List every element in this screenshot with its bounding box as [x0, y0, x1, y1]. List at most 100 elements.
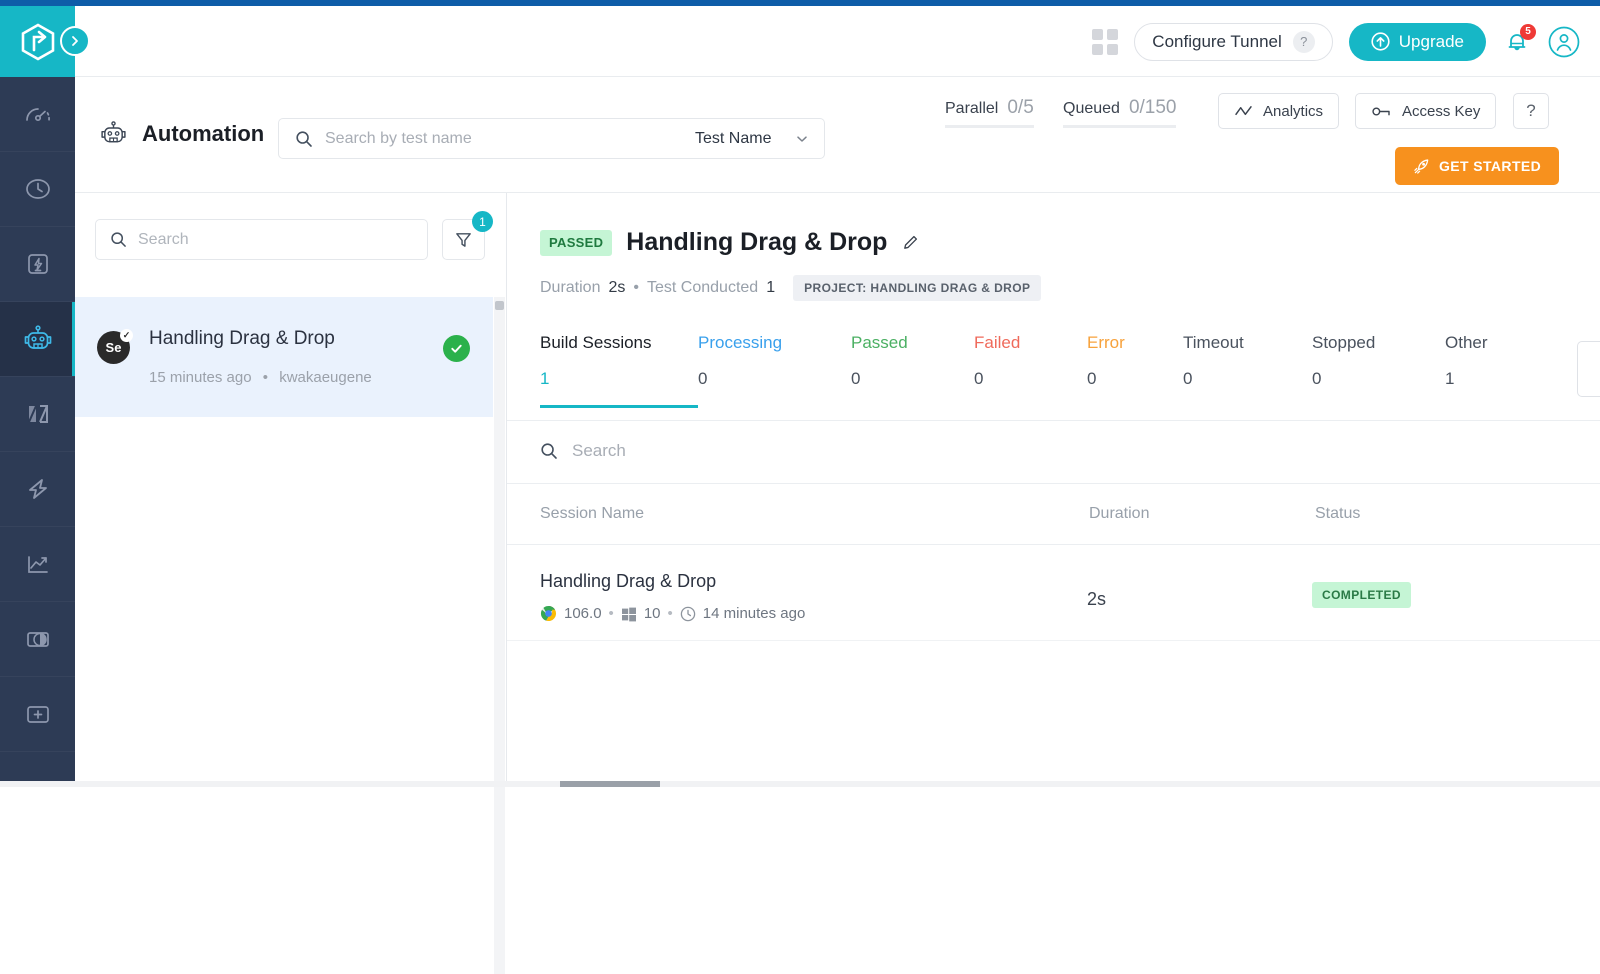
- page-horizontal-scrollbar-thumb[interactable]: [560, 781, 660, 787]
- tabs-overflow-panel[interactable]: [1577, 341, 1600, 397]
- stat-queued-label: Queued: [1063, 100, 1120, 118]
- trend-chart-icon: [23, 549, 53, 579]
- tab-other-label: Other: [1445, 333, 1535, 353]
- edit-title-button[interactable]: [901, 233, 920, 252]
- tunnel-help-icon[interactable]: ?: [1293, 31, 1315, 53]
- tab-processing-value: 0: [698, 369, 851, 389]
- access-key-label: Access Key: [1402, 103, 1480, 120]
- lightning-bolt-icon: [23, 474, 53, 504]
- help-button[interactable]: ?: [1513, 93, 1549, 129]
- user-avatar[interactable]: [1548, 26, 1580, 58]
- user-avatar-icon: [1548, 26, 1580, 58]
- list-item-user: kwakaeugene: [279, 369, 372, 386]
- session-search-input[interactable]: [572, 441, 872, 461]
- chevron-down-icon: [795, 132, 809, 146]
- contrast-circle-icon: [23, 624, 53, 654]
- sidebar-item-app-testing[interactable]: [0, 227, 75, 302]
- list-item[interactable]: Se ✓ Handling Drag & Drop 15 minutes ago…: [75, 297, 493, 417]
- duration-label: Duration: [540, 279, 600, 297]
- tab-error[interactable]: Error 0: [1087, 333, 1183, 408]
- configure-tunnel-label: Configure Tunnel: [1152, 32, 1281, 52]
- page-title-label: Automation: [142, 121, 264, 147]
- tab-error-label: Error: [1087, 333, 1183, 353]
- get-started-label: GET STARTED: [1439, 158, 1541, 174]
- table-row[interactable]: Handling Drag & Drop 106.0 • 10 •: [507, 545, 1600, 641]
- stat-parallel-label: Parallel: [945, 100, 998, 118]
- detail-meta-row: Duration 2s • Test Conducted 1 PROJECT: …: [540, 275, 1041, 301]
- filter-button[interactable]: 1: [442, 219, 485, 260]
- sidebar-item-smart-ui[interactable]: [0, 602, 75, 677]
- search-icon: [295, 130, 313, 148]
- tab-timeout-value: 0: [1183, 369, 1312, 389]
- tab-stopped[interactable]: Stopped 0: [1312, 333, 1445, 408]
- access-key-button[interactable]: Access Key: [1355, 93, 1496, 129]
- notification-count-badge: 5: [1520, 24, 1536, 40]
- clock-arrow-icon: [23, 174, 53, 204]
- key-icon: [1371, 104, 1392, 119]
- tab-failed[interactable]: Failed 0: [974, 333, 1087, 408]
- list-search-box[interactable]: [95, 219, 428, 260]
- stat-parallel-value: 0/5: [1007, 97, 1033, 119]
- browser-version: 106.0: [564, 605, 602, 622]
- list-search-row: 1: [95, 219, 485, 260]
- stat-queued-value: 0/150: [1129, 97, 1177, 119]
- status-badge: [443, 335, 470, 362]
- tab-failed-value: 0: [974, 369, 1087, 389]
- search-icon: [540, 442, 558, 460]
- tab-other[interactable]: Other 1: [1445, 333, 1535, 408]
- tab-error-value: 0: [1087, 369, 1183, 389]
- apps-grid-icon[interactable]: [1092, 29, 1118, 55]
- column-header-status: Status: [1315, 505, 1360, 523]
- clock-icon: [680, 606, 696, 622]
- tab-passed[interactable]: Passed 0: [851, 333, 974, 408]
- notifications-button[interactable]: 5: [1502, 27, 1532, 57]
- project-chip: PROJECT: HANDLING DRAG & DROP: [793, 275, 1041, 301]
- help-label: ?: [1526, 101, 1535, 121]
- tab-build-sessions-value: 1: [540, 369, 698, 389]
- get-started-button[interactable]: GET STARTED: [1395, 147, 1559, 185]
- sidebar-item-hyperexecute[interactable]: [0, 452, 75, 527]
- stat-parallel: Parallel 0/5: [945, 97, 1034, 128]
- sidebar-item-realtime[interactable]: [0, 152, 75, 227]
- session-search-box[interactable]: [540, 441, 872, 461]
- filter-count-badge: 1: [472, 211, 493, 232]
- session-time: 14 minutes ago: [703, 605, 806, 622]
- framework-badge: Se ✓: [97, 331, 130, 364]
- detail-title-row: PASSED Handling Drag & Drop: [540, 228, 920, 257]
- sidebar-item-analytics[interactable]: [0, 527, 75, 602]
- tab-processing[interactable]: Processing 0: [698, 333, 851, 408]
- search-field-select[interactable]: Test Name: [680, 118, 825, 159]
- sidebar-item-automation[interactable]: [0, 302, 75, 377]
- top-header-bar: Configure Tunnel ? Upgrade 5: [75, 6, 1600, 77]
- configure-tunnel-button[interactable]: Configure Tunnel ?: [1134, 23, 1332, 61]
- sidebar-expand-button[interactable]: [60, 26, 90, 56]
- meta-separator: •: [609, 605, 614, 622]
- list-search-input[interactable]: [138, 231, 427, 249]
- analytics-button[interactable]: Analytics: [1218, 93, 1339, 129]
- primary-sidebar: [0, 77, 75, 787]
- os-version: 10: [644, 605, 661, 622]
- tab-build-sessions[interactable]: Build Sessions 1: [540, 333, 698, 408]
- tab-timeout[interactable]: Timeout 0: [1183, 333, 1312, 408]
- sidebar-item-visual-testing[interactable]: [0, 377, 75, 452]
- framework-badge-label: Se: [106, 340, 122, 355]
- test-detail-panel: PASSED Handling Drag & Drop Duration 2s …: [507, 193, 1600, 781]
- chrome-icon: [540, 605, 557, 622]
- meta-separator: •: [263, 369, 268, 386]
- check-circle-icon: [449, 341, 464, 356]
- chevron-right-icon: [69, 35, 81, 47]
- page-horizontal-scrollbar[interactable]: [0, 781, 1600, 787]
- tab-stopped-value: 0: [1312, 369, 1445, 389]
- check-icon: ✓: [120, 329, 133, 342]
- trend-line-icon: [1234, 104, 1253, 119]
- sidebar-item-add-new[interactable]: [0, 677, 75, 752]
- sidebar-item-dashboard-speedometer[interactable]: [0, 77, 75, 152]
- list-panel-scrollbar-thumb[interactable]: [495, 301, 504, 310]
- upgrade-arrow-icon: [1371, 32, 1390, 51]
- list-item-meta: 15 minutes ago • kwakaeugene: [149, 369, 372, 386]
- tab-timeout-label: Timeout: [1183, 333, 1312, 353]
- list-panel-scrollbar[interactable]: [494, 297, 505, 974]
- upgrade-button[interactable]: Upgrade: [1349, 23, 1486, 61]
- test-search-box[interactable]: [278, 118, 748, 159]
- page-title: Automation: [98, 118, 264, 149]
